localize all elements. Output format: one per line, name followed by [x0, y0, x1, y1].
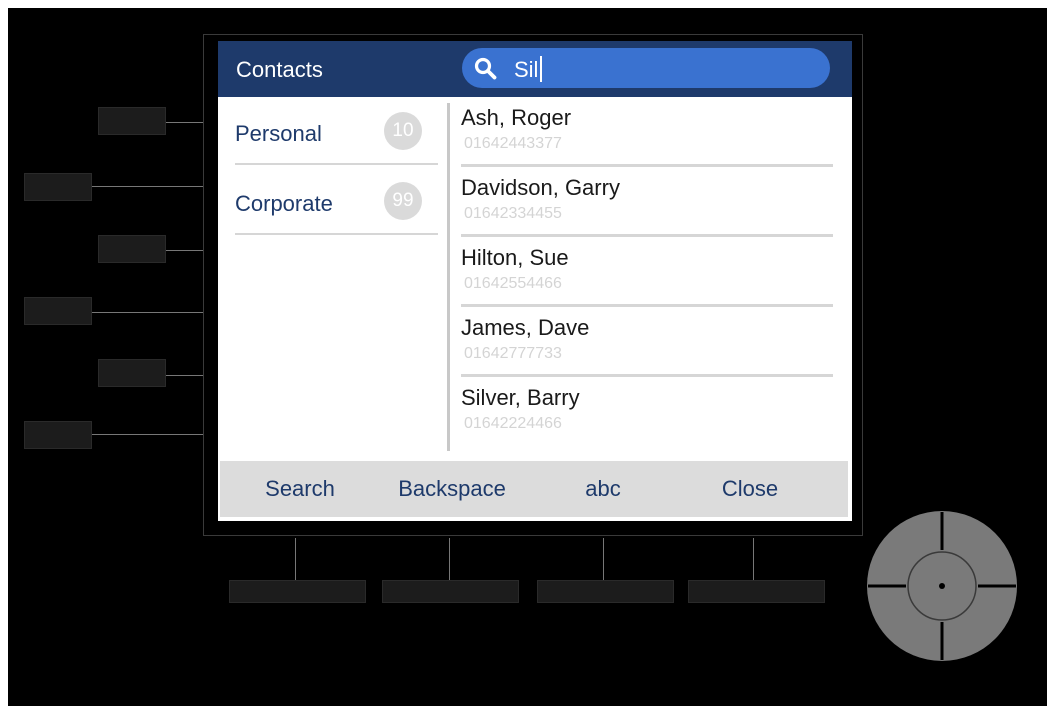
contact-item[interactable]: James, Dave 01642777733	[461, 307, 833, 377]
search-input[interactable]: Sil	[462, 48, 830, 88]
nav-center-dot	[939, 583, 945, 589]
contact-item[interactable]: Silver, Barry 01642224466	[461, 377, 833, 447]
line-key-5[interactable]	[98, 359, 166, 387]
contact-item[interactable]: Hilton, Sue 01642554466	[461, 237, 833, 307]
line-key-connector	[166, 375, 203, 376]
category-corporate[interactable]: Corporate 99	[235, 167, 438, 235]
softkey-connector	[449, 538, 450, 580]
contact-item[interactable]: Davidson, Garry 01642334455	[461, 167, 833, 237]
line-key-connector	[92, 434, 203, 435]
contact-item[interactable]: Ash, Roger 01642443377	[461, 97, 833, 167]
contact-number: 01642334455	[464, 205, 562, 222]
backspace-softkey[interactable]: Backspace	[382, 461, 522, 517]
close-softkey[interactable]: Close	[698, 461, 802, 517]
category-count-badge: 99	[384, 182, 422, 220]
hard-softkey-1[interactable]	[229, 580, 366, 603]
search-softkey[interactable]: Search	[248, 461, 352, 517]
navigation-pad[interactable]	[866, 510, 1018, 662]
contact-number: 01642554466	[464, 275, 562, 292]
column-divider	[447, 103, 450, 451]
category-label: Personal	[235, 121, 322, 146]
line-key-connector	[166, 122, 203, 123]
search-icon	[474, 57, 497, 80]
line-key-connector	[92, 312, 203, 313]
softkey-connector	[295, 538, 296, 580]
abc-softkey[interactable]: abc	[558, 461, 648, 517]
line-key-6[interactable]	[24, 421, 92, 449]
contact-name: Hilton, Sue	[461, 245, 569, 270]
search-text: Sil	[514, 57, 539, 82]
contact-name: Ash, Roger	[461, 105, 572, 130]
softkey-bar: Search Backspace abc Close	[220, 461, 848, 517]
phone-screen: Contacts Sil Personal 10 Corporate 99 As…	[218, 41, 852, 521]
contact-number: 01642443377	[464, 135, 562, 152]
contact-name: James, Dave	[461, 315, 590, 340]
hard-softkey-2[interactable]	[382, 580, 519, 603]
line-key-connector	[166, 250, 203, 251]
text-caret	[540, 56, 543, 82]
page-title: Contacts	[236, 57, 323, 82]
hard-softkey-4[interactable]	[688, 580, 825, 603]
category-count-badge: 10	[384, 112, 422, 150]
contact-list: Ash, Roger 01642443377 Davidson, Garry 0…	[461, 97, 833, 459]
line-key-2[interactable]	[24, 173, 92, 201]
softkey-connector	[603, 538, 604, 580]
category-list: Personal 10 Corporate 99	[218, 97, 448, 459]
contact-name: Davidson, Garry	[461, 175, 620, 200]
header-bar: Contacts Sil	[218, 41, 852, 97]
category-label: Corporate	[235, 191, 333, 216]
line-key-4[interactable]	[24, 297, 92, 325]
contact-name: Silver, Barry	[461, 385, 580, 410]
line-key-1[interactable]	[98, 107, 166, 135]
contact-number: 01642777733	[464, 345, 562, 362]
line-key-3[interactable]	[98, 235, 166, 263]
category-personal[interactable]: Personal 10	[235, 97, 438, 165]
hard-softkey-3[interactable]	[537, 580, 674, 603]
softkey-connector	[753, 538, 754, 580]
line-key-connector	[92, 186, 203, 187]
search-value: Sil	[514, 56, 543, 83]
contact-number: 01642224466	[464, 415, 562, 432]
